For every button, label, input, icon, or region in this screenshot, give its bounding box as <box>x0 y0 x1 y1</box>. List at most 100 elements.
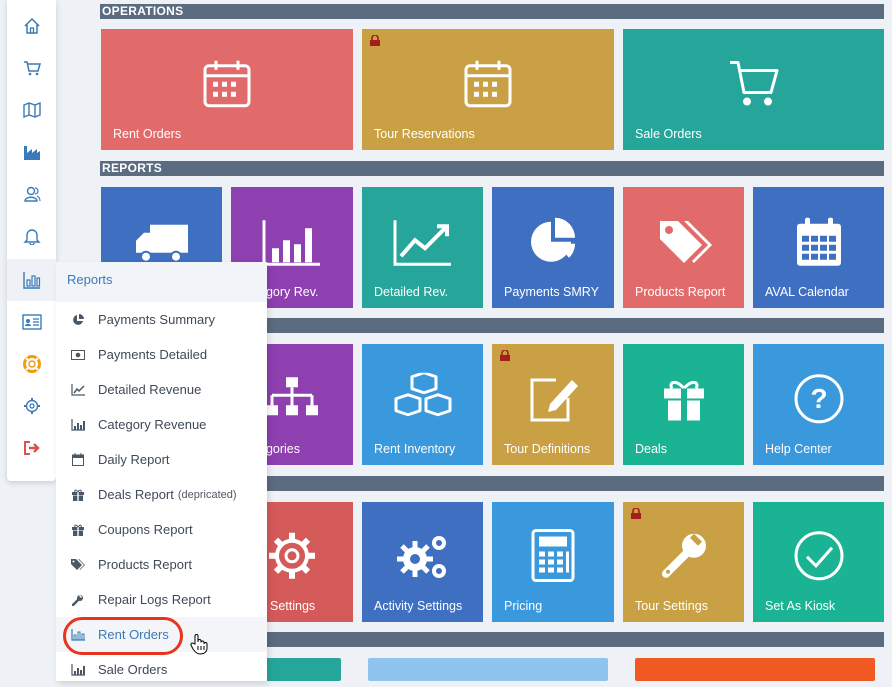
tile-label: egory Rev. <box>259 285 319 299</box>
sidebar-notifications[interactable] <box>7 215 56 257</box>
menu-payments-summary[interactable]: Payments Summary <box>56 302 267 337</box>
menu-label: Repair Logs Report <box>98 592 211 607</box>
menu-coupons-report[interactable]: Coupons Report <box>56 512 267 547</box>
tile-sale-orders[interactable]: Sale Orders <box>623 29 884 150</box>
truck-icon <box>135 224 188 263</box>
tile-label: Payments SMRY <box>504 285 599 299</box>
menu-label: Deals Report <box>98 487 174 502</box>
sidebar-factory[interactable] <box>7 131 56 173</box>
cart-icon <box>23 61 41 76</box>
sidebar-map[interactable] <box>7 89 56 131</box>
menu-label: Coupons Report <box>98 522 193 537</box>
tile-activity-settings[interactable]: Activity Settings <box>362 502 483 622</box>
gift-icon <box>663 380 704 420</box>
wrench-icon <box>661 533 706 578</box>
menu-label: Category Revenue <box>98 417 207 432</box>
menu-label: Sale Orders <box>98 662 168 677</box>
tile-detailed-rev[interactable]: Detailed Rev. <box>362 187 483 308</box>
sidebar-support[interactable] <box>7 343 56 385</box>
tile-rent-inventory[interactable]: Rent Inventory <box>362 344 483 465</box>
menu-daily-report[interactable]: Daily Report <box>56 442 267 477</box>
menu-label: Products Report <box>98 557 192 572</box>
sidebar-cart[interactable] <box>7 47 56 89</box>
home-icon <box>23 17 40 34</box>
tile-label: Tour Settings <box>635 599 708 613</box>
check-circle-icon <box>794 531 843 581</box>
bottom-button-3[interactable] <box>635 658 875 681</box>
tile-label: Activity Settings <box>374 599 463 613</box>
tile-tour-settings[interactable]: Tour Settings <box>623 502 744 622</box>
tile-help-center[interactable]: ? Help Center <box>753 344 884 465</box>
money-icon <box>70 349 86 360</box>
tile-payments-smry[interactable]: Payments SMRY <box>492 187 614 308</box>
tile-set-as-kiosk[interactable]: Set As Kiosk <box>753 502 884 622</box>
cubes-icon <box>394 372 451 416</box>
gear-icon <box>269 532 315 579</box>
tile-deals[interactable]: Deals <box>623 344 744 465</box>
calculator-icon <box>531 529 575 583</box>
tile-label: Sale Orders <box>635 127 702 141</box>
gears-icon <box>396 536 446 578</box>
menu-repair-logs-report[interactable]: Repair Logs Report <box>56 582 267 617</box>
tile-label: Pricing <box>504 599 543 613</box>
menu-sale-orders[interactable]: Sale Orders <box>56 652 267 687</box>
sidebar-logout[interactable] <box>7 427 56 469</box>
tile-pricing[interactable]: Pricing <box>492 502 614 622</box>
menu-note: (depricated) <box>177 488 237 501</box>
users-icon <box>23 186 41 202</box>
cart-icon <box>729 60 778 106</box>
calendar-icon <box>70 453 86 466</box>
lock-icon <box>500 350 510 361</box>
menu-label: Payments Summary <box>98 312 216 327</box>
tile-tour-reservations[interactable]: Tour Reservations <box>362 29 614 150</box>
gift-icon <box>70 489 86 501</box>
tile-products-report[interactable]: Products Report <box>623 187 744 308</box>
tile-label: Settings <box>270 599 316 613</box>
hierarchy-icon <box>266 376 318 415</box>
tile-label: Deals <box>635 442 667 456</box>
section-operations: OPERATIONS <box>100 4 884 19</box>
sidebar-settings[interactable] <box>7 385 56 427</box>
lock-icon <box>631 508 641 519</box>
bell-icon <box>22 229 41 245</box>
calendar-grid-icon <box>796 217 841 266</box>
lifebuoy-icon <box>22 355 41 373</box>
calendar-icon <box>464 60 512 107</box>
tile-label: Tour Definitions <box>504 442 591 456</box>
bar-chart-icon <box>262 219 320 266</box>
pie-chart-icon <box>531 217 575 262</box>
tile-aval-calendar[interactable]: AVAL Calendar <box>753 187 884 308</box>
tile-label: Help Center <box>765 442 832 456</box>
tile-label: Rent Orders <box>113 127 182 141</box>
reports-icon <box>22 272 40 289</box>
tile-tour-definitions[interactable]: Tour Definitions <box>492 344 614 465</box>
help-icon: ? <box>794 373 843 423</box>
menu-products-report[interactable]: Products Report <box>56 547 267 582</box>
lock-icon <box>370 35 380 46</box>
tile-label: Products Report <box>635 285 726 299</box>
sidebar-home[interactable] <box>7 5 56 47</box>
wrench-icon <box>70 594 86 606</box>
menu-deals-report[interactable]: Deals Report (depricated) <box>56 477 267 512</box>
sidebar-id-card[interactable] <box>7 301 56 343</box>
svg-text:?: ? <box>810 382 827 413</box>
line-chart-icon <box>70 383 86 396</box>
menu-category-revenue[interactable]: Category Revenue <box>56 407 267 442</box>
menu-payments-detailed[interactable]: Payments Detailed <box>56 337 267 372</box>
sidebar-reports[interactable] <box>7 259 56 301</box>
bottom-button-2[interactable] <box>368 658 608 681</box>
gift-icon <box>70 524 86 536</box>
sidebar-users[interactable] <box>7 173 56 215</box>
tags-icon <box>659 220 712 263</box>
tile-label: Detailed Rev. <box>374 285 449 299</box>
menu-detailed-revenue[interactable]: Detailed Revenue <box>56 372 267 407</box>
dropdown-title: Reports <box>56 262 267 302</box>
menu-label: Daily Report <box>98 452 170 467</box>
id-card-icon <box>21 314 42 330</box>
settings-icon <box>23 398 40 414</box>
bar-chart-icon <box>70 418 86 431</box>
pie-icon <box>70 313 86 326</box>
tile-rent-orders[interactable]: Rent Orders <box>101 29 353 150</box>
map-icon <box>22 101 41 119</box>
calendar-icon <box>203 60 251 107</box>
